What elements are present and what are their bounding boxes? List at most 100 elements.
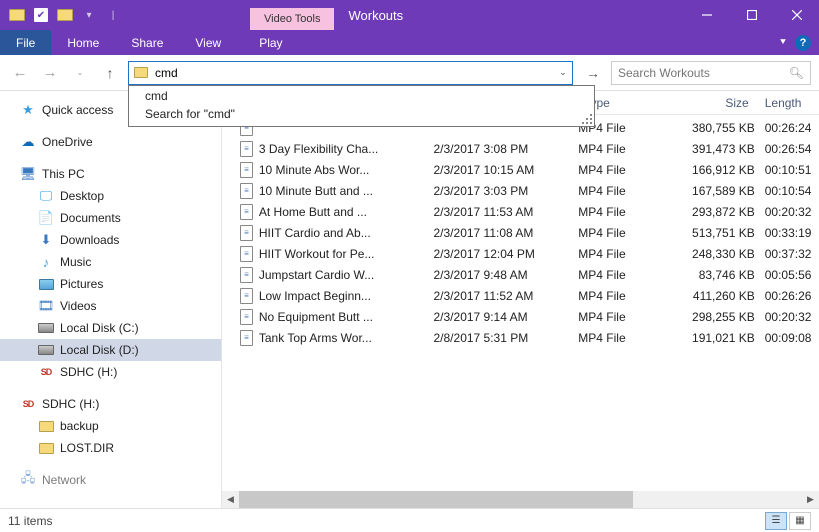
status-text: 11 items <box>8 514 52 528</box>
tree-backup[interactable]: backup <box>0 415 221 437</box>
file-icon <box>240 183 253 199</box>
file-size: 191,021 KB <box>682 331 754 345</box>
titlebar: ✔ ▾ | Video Tools Workouts <box>0 0 819 30</box>
address-folder-icon <box>134 67 148 78</box>
tree-label: OneDrive <box>42 135 93 149</box>
tree-lostdir[interactable]: LOST.DIR <box>0 437 221 459</box>
tree-label: Desktop <box>60 189 104 203</box>
forward-button[interactable]: → <box>38 61 62 85</box>
go-button[interactable]: → <box>581 61 605 85</box>
minimize-button[interactable] <box>684 0 729 30</box>
file-name: Jumpstart Cardio W... <box>259 268 434 282</box>
tab-view[interactable]: View <box>179 30 237 55</box>
address-dropdown-icon[interactable]: ⌄ <box>554 67 572 78</box>
file-length: 00:10:54 <box>755 184 819 198</box>
file-row[interactable]: HIIT Workout for Pe...2/3/2017 12:04 PMM… <box>222 243 819 264</box>
sd-icon: SD <box>20 396 36 412</box>
autocomplete-item[interactable]: cmd <box>129 87 594 105</box>
search-input[interactable] <box>618 66 789 80</box>
file-row[interactable]: No Equipment Butt ...2/3/2017 9:14 AMMP4… <box>222 306 819 327</box>
qat-properties-icon[interactable]: ✔ <box>30 4 52 26</box>
tab-share[interactable]: Share <box>115 30 179 55</box>
horizontal-scrollbar[interactable]: ◀ ▶ <box>222 491 819 508</box>
file-row[interactable]: HIIT Cardio and Ab...2/3/2017 11:08 AMMP… <box>222 222 819 243</box>
scroll-right-icon[interactable]: ▶ <box>802 491 819 508</box>
network-icon: 🖧 <box>20 472 36 488</box>
file-row[interactable]: 10 Minute Abs Wor...2/3/2017 10:15 AMMP4… <box>222 159 819 180</box>
search-icon[interactable]: 🔍︎ <box>789 66 804 80</box>
file-type: MP4 File <box>578 205 682 219</box>
maximize-button[interactable] <box>729 0 774 30</box>
tab-play[interactable]: Play <box>243 30 298 55</box>
file-rows: MP4 File380,755 KB00:26:243 Day Flexibil… <box>222 115 819 348</box>
qat-dropdown-icon[interactable]: ▾ <box>78 4 100 26</box>
file-type: MP4 File <box>578 184 682 198</box>
file-name: 3 Day Flexibility Cha... <box>259 142 434 156</box>
scroll-track[interactable] <box>239 491 802 508</box>
autocomplete-item[interactable]: Search for "cmd" <box>129 105 594 123</box>
qat-new-folder-icon[interactable] <box>54 4 76 26</box>
tree-downloads[interactable]: ⬇Downloads <box>0 229 221 251</box>
col-length[interactable]: Length <box>755 96 819 110</box>
pc-icon: 🖥 <box>20 166 36 182</box>
tree-this-pc[interactable]: 🖥This PC <box>0 163 221 185</box>
scroll-thumb[interactable] <box>239 491 633 508</box>
file-type: MP4 File <box>578 289 682 303</box>
qat-folder-icon[interactable] <box>6 4 28 26</box>
tree-disk-d[interactable]: Local Disk (D:) <box>0 339 221 361</box>
resize-grip-icon[interactable] <box>580 112 594 126</box>
folder-icon <box>38 440 54 456</box>
context-tab-video-tools[interactable]: Video Tools <box>250 8 334 30</box>
file-row[interactable]: Tank Top Arms Wor...2/8/2017 5:31 PMMP4 … <box>222 327 819 348</box>
file-row[interactable]: 3 Day Flexibility Cha...2/3/2017 3:08 PM… <box>222 138 819 159</box>
tab-home[interactable]: Home <box>51 30 115 55</box>
up-button[interactable]: ↑ <box>98 61 122 85</box>
file-name: No Equipment Butt ... <box>259 310 434 324</box>
tree-disk-c[interactable]: Local Disk (C:) <box>0 317 221 339</box>
file-row[interactable]: At Home Butt and ...2/3/2017 11:53 AMMP4… <box>222 201 819 222</box>
file-type: MP4 File <box>578 247 682 261</box>
window-controls <box>684 0 819 30</box>
file-icon <box>240 330 253 346</box>
cloud-icon: ☁ <box>20 134 36 150</box>
close-button[interactable] <box>774 0 819 30</box>
tree-pictures[interactable]: Pictures <box>0 273 221 295</box>
tree-sdhc-h-root[interactable]: SDSDHC (H:) <box>0 393 221 415</box>
scroll-left-icon[interactable]: ◀ <box>222 491 239 508</box>
address-bar[interactable]: ⌄ cmd Search for "cmd" <box>128 61 573 85</box>
file-row[interactable]: Jumpstart Cardio W...2/3/2017 9:48 AMMP4… <box>222 264 819 285</box>
tree-onedrive[interactable]: ☁ OneDrive <box>0 131 221 153</box>
desktop-icon: 🖵 <box>38 188 54 204</box>
file-date: 2/3/2017 10:15 AM <box>434 163 579 177</box>
file-icon <box>240 141 253 157</box>
tab-file[interactable]: File <box>0 30 51 55</box>
view-details-button[interactable]: ☰ <box>765 512 787 530</box>
file-name: Tank Top Arms Wor... <box>259 331 434 345</box>
back-button[interactable]: ← <box>8 61 32 85</box>
navigation-bar: ← → ⌄ ↑ ⌄ cmd Search for "cmd" → 🔍︎ <box>0 55 819 91</box>
search-box[interactable]: 🔍︎ <box>611 61 811 85</box>
tree-desktop[interactable]: 🖵 Desktop <box>0 185 221 207</box>
file-icon <box>240 225 253 241</box>
file-row[interactable]: 10 Minute Butt and ...2/3/2017 3:03 PMMP… <box>222 180 819 201</box>
tree-documents[interactable]: 📄Documents <box>0 207 221 229</box>
quick-access-toolbar: ✔ ▾ | <box>0 4 130 26</box>
view-icons-button[interactable]: ▦ <box>789 512 811 530</box>
tree-music[interactable]: ♪Music <box>0 251 221 273</box>
pictures-icon <box>38 276 54 292</box>
tree-videos[interactable]: 🎞Videos <box>0 295 221 317</box>
ribbon-tabs: File Home Share View Play ⯆ ? <box>0 30 819 55</box>
file-row[interactable]: Low Impact Beginn...2/3/2017 11:52 AMMP4… <box>222 285 819 306</box>
tree-sdhc-h[interactable]: SDSDHC (H:) <box>0 361 221 383</box>
tree-network[interactable]: 🖧Network <box>0 469 221 491</box>
tree-label: Downloads <box>60 233 119 247</box>
file-length: 00:26:24 <box>755 121 819 135</box>
disk-icon <box>38 320 54 336</box>
address-input[interactable] <box>153 64 554 82</box>
file-date: 2/3/2017 3:08 PM <box>434 142 579 156</box>
folder-icon <box>38 418 54 434</box>
expand-ribbon-icon[interactable]: ⯆ <box>779 37 787 48</box>
recent-locations-icon[interactable]: ⌄ <box>68 61 92 85</box>
help-icon[interactable]: ? <box>795 35 811 51</box>
col-size[interactable]: Size <box>682 96 755 110</box>
